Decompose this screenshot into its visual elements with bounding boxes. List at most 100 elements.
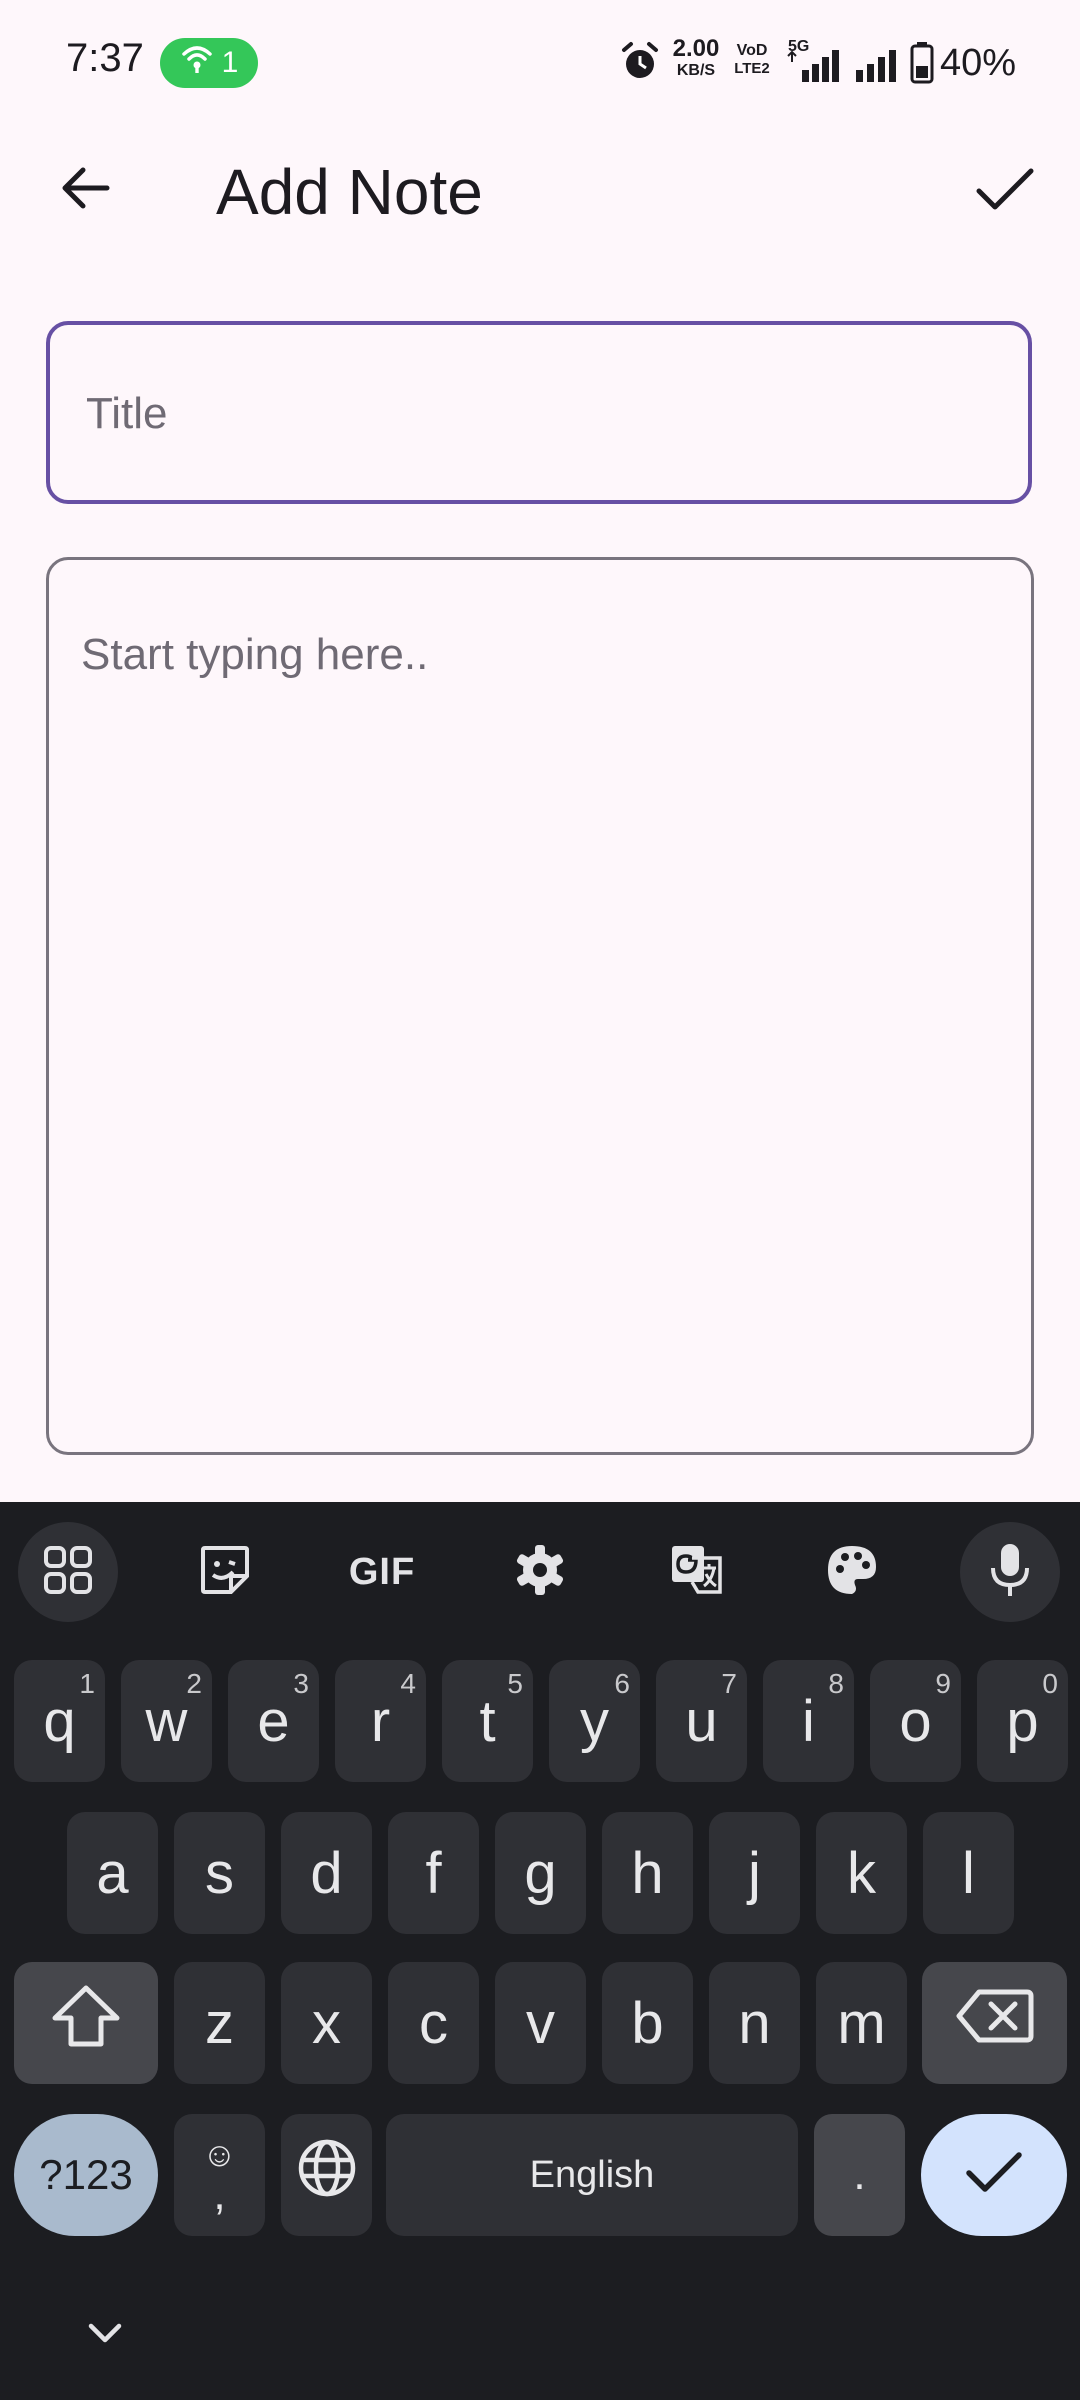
key-r[interactable]: r4 (335, 1660, 426, 1782)
hotspot-icon (180, 44, 214, 82)
key-hint: 3 (293, 1668, 309, 1699)
key-label: c (419, 1990, 448, 2056)
key-t[interactable]: t5 (442, 1660, 533, 1782)
key-p[interactable]: p0 (977, 1660, 1068, 1782)
key-i[interactable]: i8 (763, 1660, 854, 1782)
backspace-key[interactable] (922, 1962, 1067, 2084)
key-j[interactable]: j (709, 1812, 800, 1934)
key-label: x (312, 1990, 341, 2056)
sticker-button[interactable] (175, 1522, 275, 1622)
collapse-keyboard-button[interactable] (60, 2300, 150, 2370)
language-key[interactable] (281, 2114, 372, 2236)
key-label: a (96, 1840, 129, 1906)
volte-indicator: VoD LTE2 (732, 42, 772, 78)
palette-icon (825, 1543, 879, 1602)
key-x[interactable]: x (281, 1962, 372, 2084)
period-key[interactable]: . (814, 2114, 905, 2236)
key-k[interactable]: k (816, 1812, 907, 1934)
key-label: f (425, 1840, 442, 1906)
alarm-icon (620, 40, 660, 89)
hotspot-badge[interactable]: 1 (160, 38, 258, 88)
key-n[interactable]: n (709, 1962, 800, 2084)
key-z[interactable]: z (174, 1962, 265, 2084)
emoji-comma-key[interactable]: ☺ , (174, 2114, 265, 2236)
note-body-field[interactable] (46, 557, 1034, 1455)
key-y[interactable]: y6 (549, 1660, 640, 1782)
key-hint: 4 (400, 1668, 416, 1699)
shift-icon (51, 1984, 121, 2062)
key-label: e (257, 1688, 290, 1754)
check-icon (975, 165, 1035, 220)
key-q[interactable]: q1 (14, 1660, 105, 1782)
key-label: t (479, 1688, 496, 1754)
key-b[interactable]: b (602, 1962, 693, 2084)
page-title: Add Note (216, 156, 483, 228)
key-label: d (310, 1840, 343, 1906)
key-c[interactable]: c (388, 1962, 479, 2084)
translate-icon (668, 1542, 724, 1603)
signal-icon-2 (854, 48, 902, 87)
volte-bottom: LTE2 (734, 60, 770, 77)
key-hint: 9 (935, 1668, 951, 1699)
title-field[interactable] (46, 321, 1032, 504)
key-h[interactable]: h (602, 1812, 693, 1934)
voice-input-button[interactable] (960, 1522, 1060, 1622)
status-time: 7:37 (66, 36, 144, 80)
key-label: v (526, 1990, 555, 2056)
key-label: s (205, 1840, 234, 1906)
key-label: h (631, 1840, 664, 1906)
arrow-left-icon (57, 164, 113, 217)
key-e[interactable]: e3 (228, 1660, 319, 1782)
space-key[interactable]: English (386, 2114, 798, 2236)
key-hint: 1 (79, 1668, 95, 1699)
shift-key[interactable] (14, 1962, 158, 2084)
save-button[interactable] (960, 147, 1050, 237)
enter-key[interactable] (921, 2114, 1067, 2236)
signal-5g: 5G (778, 38, 846, 84)
key-hint: 8 (828, 1668, 844, 1699)
check-icon (965, 2142, 1023, 2209)
symbols-key[interactable]: ?123 (14, 2114, 158, 2236)
key-d[interactable]: d (281, 1812, 372, 1934)
key-label: y (580, 1688, 609, 1754)
hotspot-count: 1 (221, 46, 239, 79)
app-bar: Add Note (0, 125, 1080, 255)
key-o[interactable]: o9 (870, 1660, 961, 1782)
volte-top: VoD (736, 42, 768, 59)
emoji-icon: ☺ (202, 2136, 237, 2174)
battery-icon (910, 42, 934, 89)
key-w[interactable]: w2 (121, 1660, 212, 1782)
key-label: r (370, 1688, 391, 1754)
theme-button[interactable] (802, 1522, 902, 1622)
title-input[interactable] (84, 325, 988, 502)
key-label: o (899, 1688, 932, 1754)
note-body-input[interactable] (81, 630, 981, 1420)
key-v[interactable]: v (495, 1962, 586, 2084)
chevron-down-icon (85, 2320, 125, 2351)
key-label: i (802, 1688, 815, 1754)
key-m[interactable]: m (816, 1962, 907, 2084)
back-button[interactable] (40, 150, 130, 230)
translate-button[interactable] (646, 1522, 746, 1622)
gif-button[interactable]: GIF (332, 1522, 432, 1622)
settings-button[interactable] (490, 1522, 590, 1622)
key-a[interactable]: a (67, 1812, 158, 1934)
mic-icon (988, 1542, 1032, 1603)
key-label: m (837, 1990, 886, 2056)
key-g[interactable]: g (495, 1812, 586, 1934)
key-label: p (1006, 1688, 1039, 1754)
period-label: . (853, 2150, 866, 2199)
key-label: l (962, 1840, 975, 1906)
key-f[interactable]: f (388, 1812, 479, 1934)
grid-icon (43, 1545, 93, 1600)
net-speed-unit: KB/S (676, 62, 716, 79)
battery-percent: 40% (940, 42, 1017, 84)
key-l[interactable]: l (923, 1812, 1014, 1934)
key-u[interactable]: u7 (656, 1660, 747, 1782)
key-hint: 5 (507, 1668, 523, 1699)
key-s[interactable]: s (174, 1812, 265, 1934)
key-label: z (205, 1990, 234, 2056)
signal-icon (786, 48, 842, 87)
keyboard-toolbar: GIF (0, 1502, 1080, 1632)
apps-button[interactable] (18, 1522, 118, 1622)
